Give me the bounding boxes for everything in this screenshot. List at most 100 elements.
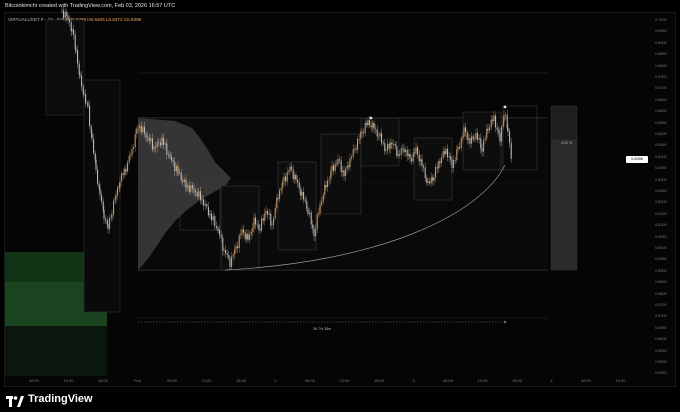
candle-body <box>258 224 260 230</box>
candle-body <box>97 169 99 184</box>
candle-body <box>85 93 87 104</box>
candle-body <box>156 142 158 148</box>
price-tick-label: 0.6750 <box>655 75 667 79</box>
candle-body <box>506 114 508 129</box>
candle-body <box>510 142 512 159</box>
candle-body <box>270 213 272 226</box>
candle-body <box>382 143 384 144</box>
candle-body <box>454 160 456 161</box>
candle-body <box>66 11 68 17</box>
candle-body <box>396 146 398 156</box>
candle-body <box>271 225 273 226</box>
candle-body <box>276 197 278 209</box>
candle-body <box>492 119 494 121</box>
range-box[interactable] <box>45 19 85 116</box>
candle-body <box>191 185 193 189</box>
candle-body <box>349 158 351 168</box>
tradingview-logo[interactable]: TradingView <box>6 393 93 407</box>
price-tick-label: 0.6700 <box>655 86 667 91</box>
projection-box-bottom[interactable] <box>550 139 578 271</box>
candle-body <box>69 19 71 23</box>
price-tick-label: 0.5500 <box>655 360 667 364</box>
candle-body <box>206 204 208 207</box>
price-tick-label: 0.5700 <box>655 314 667 319</box>
candle-body <box>128 155 130 163</box>
candle-body <box>288 171 290 173</box>
candle-body <box>502 121 504 128</box>
candle-body <box>249 234 251 240</box>
candle-body <box>384 143 386 152</box>
candle-body <box>187 185 189 188</box>
footer: TradingView <box>0 387 680 412</box>
candle-body <box>94 153 96 160</box>
candle-body <box>340 160 342 173</box>
candle-body <box>306 201 308 210</box>
candle-body <box>171 156 173 161</box>
time-tick-label: 06:00 <box>580 378 592 383</box>
candle-body <box>91 133 93 139</box>
candle-body <box>161 137 163 139</box>
candle-body <box>67 16 69 20</box>
time-tick-label: 18:00 <box>511 378 523 383</box>
candle-body <box>79 74 81 76</box>
candle-body <box>235 246 237 249</box>
candle-body <box>261 218 263 231</box>
candle-body <box>345 168 347 177</box>
candle-body <box>223 249 225 251</box>
candle-body <box>466 132 468 140</box>
candle-body <box>71 29 73 32</box>
candle-body <box>460 138 462 149</box>
price-axis[interactable]: 0.7000 0.6950 0.6900 0.6850 0.6800 0.6750 0.67… <box>652 12 676 376</box>
marker-dot[interactable] <box>503 105 507 109</box>
candle-body <box>188 185 190 193</box>
candle-body <box>331 165 333 172</box>
candle-body <box>238 235 240 249</box>
candle-body <box>445 148 447 155</box>
candle-body <box>318 212 320 215</box>
candle-body <box>417 147 419 155</box>
candle-body <box>496 127 498 130</box>
measure-arrow-head <box>504 320 507 324</box>
candle-body <box>456 149 458 161</box>
candle-body <box>463 127 465 137</box>
candle-body <box>244 232 246 240</box>
candle-body <box>204 204 206 206</box>
candle-body <box>408 153 410 157</box>
candle-body <box>185 187 187 189</box>
projection-box-top[interactable] <box>550 105 578 141</box>
range-box[interactable] <box>277 161 317 251</box>
time-tick-label: 12:00 <box>201 378 212 383</box>
candle-body <box>390 142 392 149</box>
time-tick-label: 12:00 <box>63 378 74 383</box>
range-box[interactable] <box>320 133 362 215</box>
candle-body <box>379 133 381 137</box>
candle-body <box>131 148 133 156</box>
candle-body <box>312 224 314 229</box>
candle-body <box>501 127 503 142</box>
candle-body <box>291 166 293 170</box>
candle-body <box>334 163 336 171</box>
candle-body <box>381 133 383 144</box>
candle-body <box>61 10 63 12</box>
time-tick-label: Feb <box>134 378 141 383</box>
candle-body <box>75 48 77 51</box>
price-tick-label: 0.6550 <box>655 120 667 125</box>
candle-body <box>487 128 489 131</box>
candle-body <box>247 233 249 240</box>
candle-body <box>121 173 123 182</box>
candle-body <box>119 181 121 188</box>
candle-body <box>222 237 224 251</box>
candle-body <box>327 180 329 188</box>
price-chart[interactable] <box>0 0 680 412</box>
candle-body <box>155 147 157 148</box>
marker-dot[interactable] <box>369 116 373 120</box>
candle-body <box>147 136 149 138</box>
candle-body <box>109 217 111 229</box>
time-tick-label: 06:00 <box>304 378 316 383</box>
candle-body <box>273 218 275 226</box>
candle-body <box>127 162 129 172</box>
range-box[interactable] <box>413 137 453 201</box>
price-tick-label: 0.6100 <box>655 223 667 228</box>
time-axis[interactable]: 06:00 12:00 18:00 Feb 06:00 12:00 18:00 2 06:00 1… <box>4 376 652 386</box>
dark-zone-bottom <box>5 326 107 376</box>
